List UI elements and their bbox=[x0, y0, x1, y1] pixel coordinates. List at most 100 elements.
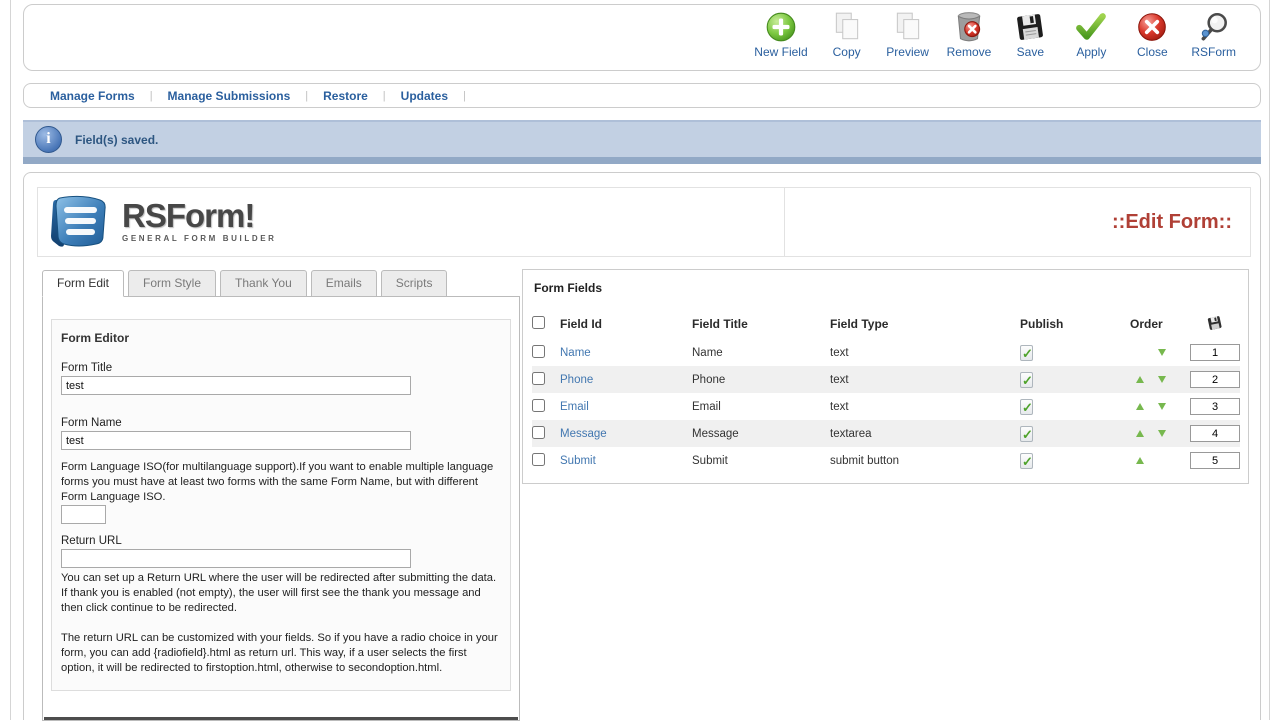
field-title-cell: Phone bbox=[692, 366, 830, 393]
page-title: ::Edit Form:: bbox=[1112, 211, 1232, 234]
form-fields-panel: Form Fields Field Id Field Title Field T… bbox=[522, 269, 1249, 484]
form-editor-legend: Form Editor bbox=[61, 331, 501, 345]
new-field-label: New Field bbox=[754, 45, 807, 59]
col-field-type: Field Type bbox=[830, 309, 1020, 339]
row-checkbox[interactable] bbox=[532, 453, 545, 466]
copy-button[interactable]: Copy bbox=[825, 10, 869, 59]
publish-toggle-icon[interactable]: ✓ bbox=[1020, 426, 1033, 442]
tab-emails[interactable]: Emails bbox=[311, 270, 377, 297]
remove-button[interactable]: Remove bbox=[947, 10, 992, 59]
field-id-link[interactable]: Phone bbox=[560, 374, 593, 386]
move-down-icon[interactable] bbox=[1158, 403, 1166, 410]
publish-toggle-icon[interactable]: ✓ bbox=[1020, 453, 1033, 469]
system-message: i Field(s) saved. bbox=[23, 120, 1261, 164]
page-frame: New Field Copy Preview bbox=[10, 0, 1270, 720]
remove-icon bbox=[952, 10, 986, 44]
rsform-button[interactable]: RSForm bbox=[1191, 10, 1236, 59]
close-label: Close bbox=[1137, 45, 1168, 59]
tab-form-edit[interactable]: Form Edit bbox=[42, 270, 124, 297]
field-type-cell: text bbox=[830, 366, 1020, 393]
info-icon: i bbox=[35, 126, 62, 153]
return-url-input[interactable] bbox=[61, 549, 411, 568]
submenu: Manage Forms | Manage Submissions | Rest… bbox=[23, 83, 1261, 108]
col-order: Order bbox=[1130, 309, 1190, 339]
field-id-link[interactable]: Message bbox=[560, 428, 607, 440]
system-message-text: Field(s) saved. bbox=[75, 133, 158, 147]
form-edit-panel: Form Editor Form Title Form Name Form La… bbox=[42, 296, 520, 721]
move-up-icon[interactable] bbox=[1136, 430, 1144, 437]
menu-updates[interactable]: Updates bbox=[401, 89, 448, 103]
col-publish: Publish bbox=[1020, 309, 1130, 339]
field-type-cell: text bbox=[830, 393, 1020, 420]
apply-button[interactable]: Apply bbox=[1069, 10, 1113, 59]
preview-button[interactable]: Preview bbox=[886, 10, 930, 59]
preview-label: Preview bbox=[886, 45, 929, 59]
row-checkbox[interactable] bbox=[532, 426, 545, 439]
menu-manage-submissions[interactable]: Manage Submissions bbox=[168, 89, 291, 103]
form-title-input[interactable] bbox=[61, 376, 411, 395]
form-title-label: Form Title bbox=[61, 362, 501, 374]
language-iso-text: Form Language ISO(for multilanguage supp… bbox=[61, 460, 501, 505]
move-up-icon[interactable] bbox=[1136, 457, 1144, 464]
logo-text: RSForm! GENERAL FORM BUILDER bbox=[122, 201, 277, 243]
form-editor-fieldset: Form Editor Form Title Form Name Form La… bbox=[51, 319, 511, 691]
publish-toggle-icon[interactable]: ✓ bbox=[1020, 399, 1033, 415]
tab-scripts[interactable]: Scripts bbox=[381, 270, 448, 297]
publish-toggle-icon[interactable]: ✓ bbox=[1020, 372, 1033, 388]
rsform-icon bbox=[1197, 10, 1231, 44]
order-input[interactable] bbox=[1190, 425, 1240, 442]
form-fields-title: Form Fields bbox=[534, 281, 1239, 295]
row-checkbox[interactable] bbox=[532, 345, 545, 358]
field-id-link[interactable]: Submit bbox=[560, 455, 596, 467]
order-input[interactable] bbox=[1190, 398, 1240, 415]
toolbar-items: New Field Copy Preview bbox=[754, 10, 1236, 59]
menu-restore[interactable]: Restore bbox=[323, 89, 368, 103]
new-field-button[interactable]: New Field bbox=[754, 10, 807, 59]
move-down-icon[interactable] bbox=[1158, 349, 1166, 356]
return-url-help-2: The return URL can be customized with yo… bbox=[61, 631, 501, 676]
save-button[interactable]: Save bbox=[1008, 10, 1052, 59]
select-all-checkbox[interactable] bbox=[532, 316, 545, 329]
field-id-link[interactable]: Email bbox=[560, 401, 589, 413]
logo-name: RSForm! bbox=[122, 201, 277, 231]
main-panel: RSForm! GENERAL FORM BUILDER ::Edit Form… bbox=[23, 172, 1261, 720]
return-url-help-1: You can set up a Return URL where the us… bbox=[61, 571, 501, 616]
col-field-id: Field Id bbox=[560, 309, 692, 339]
order-input[interactable] bbox=[1190, 371, 1240, 388]
field-id-link[interactable]: Name bbox=[560, 347, 591, 359]
field-type-cell: text bbox=[830, 339, 1020, 366]
tab-form-style[interactable]: Form Style bbox=[128, 270, 216, 297]
language-iso-input[interactable] bbox=[61, 505, 106, 524]
form-fields-table: Field Id Field Title Field Type Publish … bbox=[532, 309, 1240, 474]
menu-separator: | bbox=[383, 90, 386, 102]
publish-toggle-icon[interactable]: ✓ bbox=[1020, 345, 1033, 361]
table-row: MessageMessagetextarea✓ bbox=[532, 420, 1240, 447]
row-checkbox[interactable] bbox=[532, 399, 545, 412]
close-button[interactable]: Close bbox=[1130, 10, 1174, 59]
page-title-area: ::Edit Form:: bbox=[784, 188, 1250, 256]
save-icon bbox=[1013, 10, 1047, 44]
toolbar: New Field Copy Preview bbox=[23, 4, 1261, 71]
move-down-icon[interactable] bbox=[1158, 376, 1166, 383]
close-icon bbox=[1135, 10, 1169, 44]
copy-label: Copy bbox=[833, 45, 861, 59]
field-title-cell: Email bbox=[692, 393, 830, 420]
move-up-icon[interactable] bbox=[1136, 376, 1144, 383]
menu-manage-forms[interactable]: Manage Forms bbox=[50, 89, 135, 103]
order-input[interactable] bbox=[1190, 452, 1240, 469]
form-name-input[interactable] bbox=[61, 431, 411, 450]
new-field-icon bbox=[764, 10, 798, 44]
save-order-icon[interactable] bbox=[1206, 314, 1223, 334]
table-row: EmailEmailtext✓ bbox=[532, 393, 1240, 420]
move-up-icon[interactable] bbox=[1136, 403, 1144, 410]
col-field-title: Field Title bbox=[692, 309, 830, 339]
move-down-icon[interactable] bbox=[1158, 430, 1166, 437]
menu-separator: | bbox=[305, 90, 308, 102]
order-input[interactable] bbox=[1190, 344, 1240, 361]
table-header-row: Field Id Field Title Field Type Publish … bbox=[532, 309, 1240, 339]
tab-thank-you[interactable]: Thank You bbox=[220, 270, 307, 297]
row-checkbox[interactable] bbox=[532, 372, 545, 385]
field-title-cell: Name bbox=[692, 339, 830, 366]
apply-label: Apply bbox=[1076, 45, 1106, 59]
remove-label: Remove bbox=[947, 45, 992, 59]
